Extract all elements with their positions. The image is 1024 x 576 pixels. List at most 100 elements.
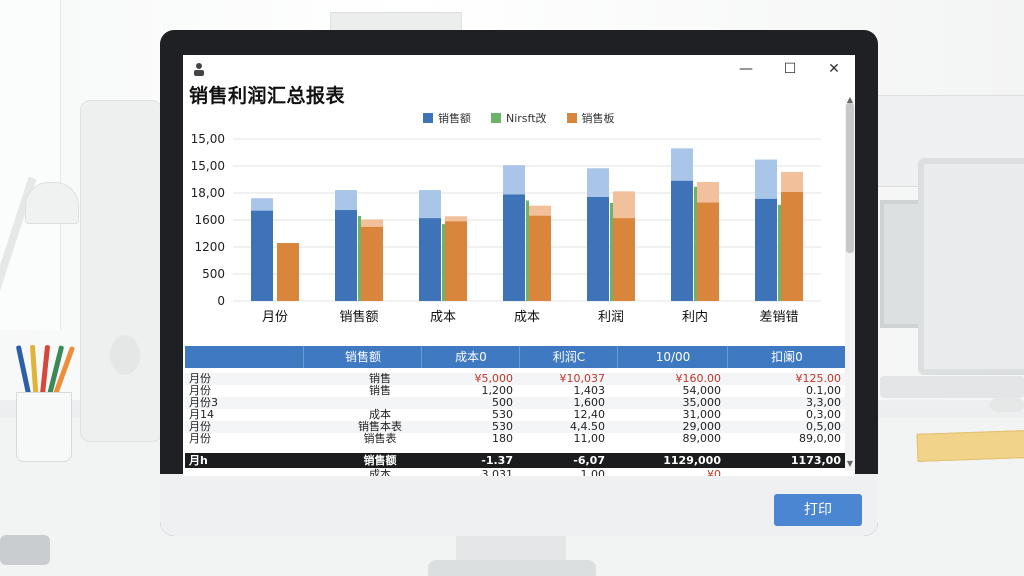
bar-blue-top <box>503 165 525 195</box>
bar-orange <box>529 215 551 301</box>
table-cell: 销售 <box>369 384 391 397</box>
bar-blue-top <box>335 190 357 211</box>
table-header: 销售额 成本0 利润C 10/00 扣阑0 <box>185 346 845 368</box>
table-cell: 1,00 <box>580 468 606 477</box>
column-header: 销售额 <box>303 346 422 368</box>
bar-orange <box>277 243 299 301</box>
column-header: 扣阑0 <box>727 346 846 368</box>
app-window: — ☐ ✕ 销售利润汇总报表 销售额 Nirsft改 销售板 15,00 15,0… <box>183 55 855 476</box>
phone <box>0 535 50 565</box>
y-tick-label: 0 <box>217 294 225 308</box>
bar-orange <box>613 218 635 301</box>
bar-blue <box>419 218 441 301</box>
bar-orange-top <box>613 191 635 219</box>
bar-blue <box>671 180 693 301</box>
column-header <box>185 346 303 368</box>
table-cell <box>725 469 841 476</box>
bar-blue-top <box>755 159 777 199</box>
table-cell: 1173,00 <box>790 454 841 467</box>
app-icon <box>194 63 204 76</box>
y-tick-label: 15,00 <box>191 159 225 173</box>
x-category-label: 利内 <box>682 309 708 325</box>
scroll-up-arrow-icon[interactable]: ▲ <box>845 95 855 104</box>
table-cell: ¥0 <box>707 468 721 477</box>
minimize-button[interactable]: — <box>735 59 757 79</box>
close-button[interactable]: ✕ <box>823 59 845 79</box>
bar-orange-top <box>697 181 719 203</box>
table-cell: 成本 <box>369 468 391 477</box>
table-row[interactable]: 成本 3,031 1,00 ¥0 <box>185 468 845 477</box>
bar-green <box>442 224 445 301</box>
bar-blue <box>251 210 273 301</box>
legend-label: 销售额 <box>438 112 471 125</box>
monitor-stand-neck <box>456 536 566 562</box>
chart-legend: 销售额 Nirsft改 销售板 <box>423 110 615 126</box>
x-category-label: 利润 <box>598 310 624 325</box>
table-row[interactable]: 月份 销售表 180 11,00 89,000 89,0,00 <box>185 433 845 445</box>
table-cell: -6,07 <box>573 454 605 467</box>
print-button[interactable]: 打印 <box>774 494 862 526</box>
table-total-row[interactable]: 月h 销售额 -1.37 -6,07 1129,000 1173,00 <box>185 453 845 468</box>
table-cell: 180 <box>492 432 513 445</box>
x-category-label: 成本 <box>514 310 540 325</box>
y-tick-label: 18,00 <box>191 186 225 200</box>
table-row[interactable]: 月份 销售 1,200 1,403 54,000 0.1,00 <box>185 385 845 397</box>
bar-blue <box>503 194 525 301</box>
monitor-chin <box>160 474 878 536</box>
x-category-label: 差销错 <box>759 310 798 325</box>
table-cell: 销售额 <box>363 454 397 467</box>
legend-swatch-orange <box>566 113 577 123</box>
x-category-label: 成本 <box>430 310 456 325</box>
table-cell: 11,00 <box>573 432 606 445</box>
side-monitor <box>918 158 1024 375</box>
bar-blue <box>335 210 357 301</box>
speaker-cone <box>110 335 140 375</box>
bar-orange-top <box>529 205 551 216</box>
table-cell: 1129,000 <box>663 454 721 467</box>
bar-orange <box>697 202 719 301</box>
speaker <box>80 100 162 442</box>
bar-green <box>778 204 781 301</box>
table-row[interactable]: 月份 销售 ¥5,000 ¥10,037 ¥160.00 ¥125.00 <box>185 373 845 385</box>
table-row[interactable]: 月份 销售本表 530 4,4.50 29,000 0,5,00 <box>185 421 845 433</box>
table-row[interactable]: 月14 成本 530 12,40 31,000 0,3,00 <box>185 409 845 421</box>
table-cell: 销售表 <box>363 432 397 445</box>
column-header: 10/00 <box>617 346 728 368</box>
bar-green <box>610 202 613 301</box>
legend-label: 销售板 <box>581 112 615 125</box>
sticky-notes <box>916 430 1024 462</box>
y-tick-label: 1600 <box>194 213 225 227</box>
bar-chart: 15,00 15,00 18,00 1600 1200 500 0 月份 销售额 成本 成本 利润 利内… <box>191 132 821 325</box>
bar-orange-top <box>445 216 467 222</box>
table-cell: 89,0,00 <box>799 432 841 445</box>
title-bar: — ☐ ✕ <box>183 55 855 83</box>
bar-orange <box>781 191 803 301</box>
legend-item: Nirsft改 <box>491 110 547 126</box>
bar-orange-top <box>781 172 803 192</box>
bar-blue <box>587 196 609 301</box>
bar-green <box>526 200 529 301</box>
table-cell: -1.37 <box>481 454 513 467</box>
bar-green <box>358 216 361 301</box>
scroll-down-arrow-icon[interactable]: ▼ <box>845 459 855 468</box>
scrollbar-thumb[interactable] <box>846 103 854 253</box>
bar-orange-top <box>361 219 383 227</box>
legend-swatch-blue <box>423 113 433 123</box>
table-row[interactable]: 月份3 500 1,600 35,000 3,3,00 <box>185 397 845 409</box>
background-window <box>0 0 61 330</box>
mouse <box>990 398 1024 412</box>
legend-item: 销售额 <box>423 110 471 126</box>
y-tick-label: 1200 <box>194 240 225 254</box>
bar-blue-top <box>419 190 441 219</box>
report-title: 销售利润汇总报表 <box>189 85 346 107</box>
bar-blue-top <box>671 148 693 181</box>
table-cell: 月份 <box>189 432 211 445</box>
lamp-head <box>25 182 79 224</box>
maximize-button[interactable]: ☐ <box>779 59 801 79</box>
legend-item: 销售板 <box>566 110 615 126</box>
bar-blue <box>755 198 777 301</box>
table-cell: 89,000 <box>682 432 722 445</box>
column-header: 成本0 <box>421 346 520 368</box>
monitor-stand-base <box>428 560 596 576</box>
keyboard <box>880 376 1024 398</box>
